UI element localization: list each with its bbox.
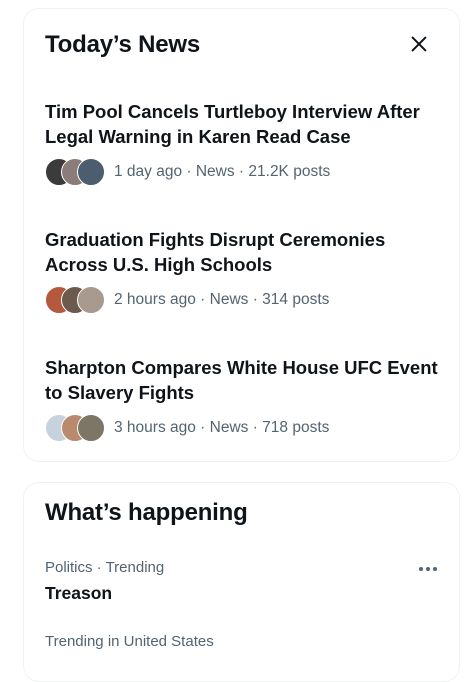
more-icon[interactable] [418, 565, 438, 573]
news-story-1[interactable]: Tim Pool Cancels Turtleboy Interview Aft… [45, 99, 445, 187]
avatar-group [45, 158, 105, 186]
news-story-3[interactable]: Sharpton Compares White House UFC Event … [45, 355, 445, 443]
todays-news-card: Today’s News Tim Pool Cancels Turtleboy … [23, 8, 460, 462]
whats-happening-title: What’s happening [45, 499, 248, 526]
trend-item[interactable]: Politics · Trending Treason [45, 559, 445, 604]
trend-context: Politics · Trending [45, 559, 165, 576]
news-story-meta: 2 hours ago · News · 314 posts [114, 291, 330, 308]
avatar [77, 414, 105, 442]
news-story-title: Sharpton Compares White House UFC Event … [45, 357, 438, 403]
news-story-meta: 3 hours ago · News · 718 posts [114, 419, 330, 436]
avatar [77, 158, 105, 186]
avatar-group [45, 286, 105, 314]
trend-name: Treason [45, 583, 113, 603]
news-story-meta: 1 day ago · News · 21.2K posts [114, 163, 331, 180]
whats-happening-card: What’s happening Politics · Trending Tre… [23, 482, 460, 682]
avatar [77, 286, 105, 314]
close-icon[interactable] [408, 33, 430, 55]
todays-news-title: Today’s News [45, 31, 200, 58]
avatar-group [45, 414, 105, 442]
news-story-title: Graduation Fights Disrupt Ceremonies Acr… [45, 229, 386, 275]
news-story-title: Tim Pool Cancels Turtleboy Interview Aft… [45, 101, 420, 147]
news-story-2[interactable]: Graduation Fights Disrupt Ceremonies Acr… [45, 227, 445, 315]
